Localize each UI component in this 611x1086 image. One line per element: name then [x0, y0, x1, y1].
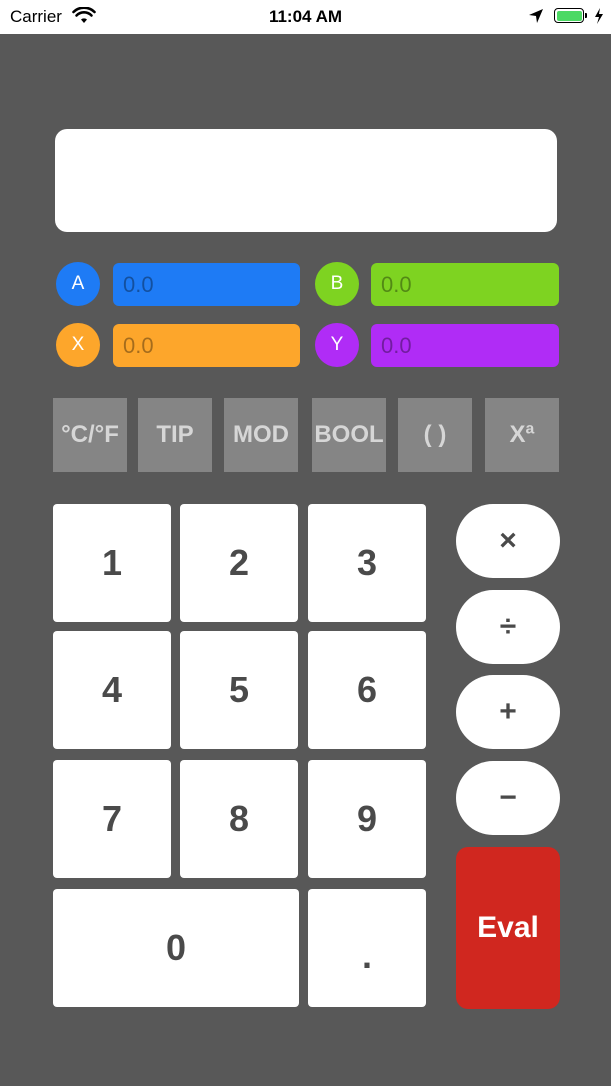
digit-1-button[interactable]: 1 [53, 504, 171, 622]
digit-2-button[interactable]: 2 [180, 504, 298, 622]
subtract-button[interactable]: − [456, 761, 560, 835]
digit-8-button[interactable]: 8 [180, 760, 298, 878]
variable-y-input[interactable] [371, 324, 559, 367]
variable-a-input[interactable] [113, 263, 300, 306]
temperature-convert-button[interactable]: °C/°F [53, 398, 127, 472]
clock-label: 11:04 AM [268, 7, 343, 26]
bool-button[interactable]: BOOL [312, 398, 386, 472]
eval-button[interactable]: Eval [456, 847, 560, 1009]
digit-7-button[interactable]: 7 [53, 760, 171, 878]
variable-x-input[interactable] [113, 324, 300, 367]
battery-tip [585, 13, 587, 18]
parentheses-button[interactable]: ( ) [398, 398, 472, 472]
variable-b-input[interactable] [371, 263, 559, 306]
battery-icon [554, 8, 584, 23]
mod-button[interactable]: MOD [224, 398, 298, 472]
digit-5-button[interactable]: 5 [180, 631, 298, 749]
digit-4-button[interactable]: 4 [53, 631, 171, 749]
status-bar: Carrier 11:04 AM [0, 0, 611, 34]
divide-button[interactable]: ÷ [456, 590, 560, 664]
digit-3-button[interactable]: 3 [308, 504, 426, 622]
variable-a-badge[interactable]: A [56, 262, 100, 306]
charging-bolt-icon [595, 8, 603, 24]
variable-b-badge[interactable]: B [315, 262, 359, 306]
digit-0-button[interactable]: 0 [53, 889, 299, 1007]
add-button[interactable]: + [456, 675, 560, 749]
multiply-button[interactable]: × [456, 504, 560, 578]
variable-y-badge[interactable]: Y [315, 323, 359, 367]
result-display[interactable] [55, 129, 557, 232]
decimal-point-button[interactable]: . [308, 889, 426, 1007]
digit-9-button[interactable]: 9 [308, 760, 426, 878]
digit-6-button[interactable]: 6 [308, 631, 426, 749]
tip-button[interactable]: TIP [138, 398, 212, 472]
variable-x-badge[interactable]: X [56, 323, 100, 367]
location-arrow-icon [529, 9, 543, 23]
power-button[interactable]: Xª [485, 398, 559, 472]
